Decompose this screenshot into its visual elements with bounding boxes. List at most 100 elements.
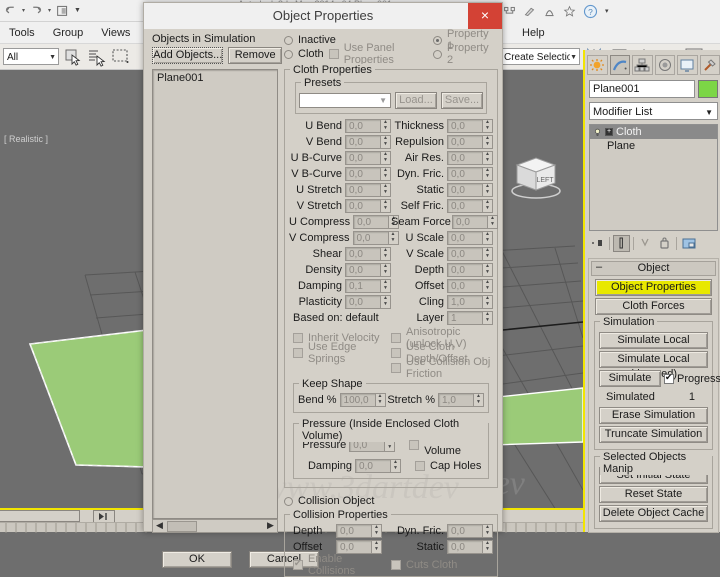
anisotropic-checkbox[interactable]	[391, 333, 401, 343]
spinner-arrows[interactable]: ▲▼	[381, 183, 391, 197]
spinner-arrows[interactable]: ▲▼	[376, 393, 386, 407]
spinner[interactable]: 0,0▲▼	[447, 199, 493, 213]
collision-object-radio-row[interactable]: Collision Object	[284, 494, 498, 508]
erase-simulation-button[interactable]: Erase Simulation	[599, 407, 708, 424]
preset-combo[interactable]: ▼	[299, 93, 391, 108]
field-value[interactable]: 0,0	[345, 263, 381, 277]
collision-depth-spinner[interactable]: 0,0▲▼	[336, 524, 382, 538]
spinner[interactable]: 0,0▲▼	[345, 263, 391, 277]
spinner[interactable]: 0,0▲▼	[447, 231, 493, 245]
spinner[interactable]: 0,0▲▼	[447, 135, 493, 149]
field-value[interactable]: 0,0	[447, 231, 483, 245]
spinner-arrows[interactable]: ▲▼	[483, 263, 493, 277]
field-value[interactable]: 0,0	[345, 167, 381, 181]
collision-offset-spinner[interactable]: 0,0▲▼	[336, 540, 382, 554]
spinner-arrows[interactable]: ▲▼	[381, 247, 391, 261]
spinner-arrows[interactable]: ▲▼	[372, 524, 382, 538]
help-dropdown-icon[interactable]: ▾	[605, 7, 609, 15]
modify-tab[interactable]	[610, 55, 631, 75]
modifier-stack-item-cloth[interactable]: + Cloth	[590, 125, 717, 139]
field-value[interactable]: 0,1	[345, 279, 381, 293]
cuts-cloth-checkbox[interactable]	[391, 560, 401, 570]
collision-dyn-fric-spinner[interactable]: 0,0▲▼	[447, 524, 493, 538]
close-icon[interactable]: ×	[468, 3, 502, 29]
favorite-star-icon[interactable]	[563, 5, 576, 18]
property2-radio-row[interactable]: Property 2	[433, 47, 492, 61]
dialog-title-bar[interactable]: Object Properties ×	[144, 3, 502, 29]
spinner[interactable]: 0,0▲▼	[345, 295, 391, 309]
material-editor-icon[interactable]	[523, 5, 536, 18]
spinner-arrows[interactable]: ▲▼	[483, 199, 493, 213]
viewcube[interactable]: LEFT	[505, 145, 567, 207]
scroll-left-icon[interactable]: ◀	[153, 520, 166, 532]
schematic-view-icon[interactable]	[503, 5, 516, 18]
field-value[interactable]: 0,0	[345, 135, 381, 149]
ok-button[interactable]: OK	[162, 551, 232, 568]
use-collision-obj-friction-checkbox[interactable]	[391, 363, 401, 373]
simulate-local-damped-button[interactable]: Simulate Local (damped)	[599, 351, 708, 368]
cloth-radio-row[interactable]: Cloth Use Panel Properties	[284, 47, 433, 61]
expand-icon[interactable]: +	[605, 128, 613, 136]
spinner-arrows[interactable]: ▲▼	[483, 540, 493, 554]
motion-tab[interactable]	[655, 55, 676, 75]
spinner-arrows[interactable]: ▲▼	[488, 215, 498, 229]
spinner[interactable]: 0,0▲▼	[447, 279, 493, 293]
object-properties-button[interactable]: Object Properties	[595, 279, 712, 296]
use-collision-obj-friction-row[interactable]: Use Collision Obj Friction	[391, 360, 493, 375]
spinner-arrows[interactable]: ▲▼	[483, 295, 493, 309]
spinner-arrows[interactable]: ▲▼	[483, 167, 493, 181]
spinner-arrows[interactable]: ▲▼	[483, 183, 493, 197]
scrollbar-thumb[interactable]	[167, 521, 197, 532]
cap-holes-checkbox[interactable]	[415, 461, 425, 471]
field-value[interactable]: 0,0	[345, 295, 381, 309]
save-preset-button[interactable]: Save...	[441, 92, 483, 109]
spinner[interactable]: 0,0▲▼	[345, 151, 391, 165]
utilities-tab[interactable]	[700, 55, 720, 75]
spinner[interactable]: 0,0▲▼	[447, 263, 493, 277]
time-slider[interactable]	[0, 510, 80, 522]
selection-filter-combo[interactable]: All ▼	[3, 48, 59, 65]
spinner[interactable]: 0,0▲▼	[447, 247, 493, 261]
rectangular-selection-region-button[interactable]	[110, 46, 131, 67]
project-folder-icon[interactable]	[56, 4, 69, 17]
field-value[interactable]: 0,0	[345, 199, 381, 213]
remove-button[interactable]: Remove	[228, 47, 282, 64]
spinner[interactable]: 0,0▲▼	[345, 119, 391, 133]
inherit-velocity-checkbox[interactable]	[293, 333, 303, 343]
collision-offset-value[interactable]: 0,0	[336, 540, 372, 554]
spinner-arrows[interactable]: ▲▼	[381, 151, 391, 165]
enable-collisions-checkbox[interactable]	[293, 560, 303, 570]
collision-object-radio[interactable]	[284, 497, 293, 506]
simulate-button[interactable]: Simulate	[599, 370, 661, 387]
undo-icon[interactable]	[4, 4, 17, 17]
field-value[interactable]: 0,0	[447, 247, 483, 261]
add-objects-button[interactable]: Add Objects...	[152, 47, 223, 64]
property2-radio[interactable]	[433, 50, 442, 59]
spinner[interactable]: 0,0▲▼	[345, 183, 391, 197]
spinner[interactable]: 1,0▲▼	[447, 295, 493, 309]
cloth-forces-button[interactable]: Cloth Forces	[595, 298, 712, 315]
inactive-radio[interactable]	[284, 36, 293, 45]
modifier-list-combo[interactable]: Modifier List ▼	[589, 102, 718, 120]
delete-object-cache-button[interactable]: Delete Object Cache	[599, 505, 708, 522]
spinner-arrows[interactable]: ▲▼	[483, 311, 493, 325]
load-preset-button[interactable]: Load...	[395, 92, 437, 109]
redo-dropdown-icon[interactable]: ▾	[48, 7, 51, 14]
objects-list[interactable]: Plane001	[152, 69, 278, 519]
spinner-arrows[interactable]: ▲▼	[483, 279, 493, 293]
spinner-arrows[interactable]: ▲▼	[483, 119, 493, 133]
collision-static-value[interactable]: 0,0	[447, 540, 483, 554]
use-panel-properties-checkbox[interactable]	[329, 49, 339, 59]
spinner[interactable]: 0,0▲▼	[447, 183, 493, 197]
spinner[interactable]: 0,0▲▼	[345, 135, 391, 149]
menu-tools[interactable]: Tools	[0, 27, 44, 39]
field-value[interactable]: 0,0	[447, 151, 483, 165]
simulate-local-button[interactable]: Simulate Local	[599, 332, 708, 349]
field-value[interactable]: 0,0	[447, 263, 483, 277]
menu-group[interactable]: Group	[44, 27, 93, 39]
spinner[interactable]: 0,0▲▼	[447, 167, 493, 181]
spinner[interactable]: 0,1▲▼	[345, 279, 391, 293]
field-value[interactable]: 0,0	[447, 199, 483, 213]
field-value[interactable]: 0,0	[345, 247, 381, 261]
collision-depth-value[interactable]: 0,0	[336, 524, 372, 538]
